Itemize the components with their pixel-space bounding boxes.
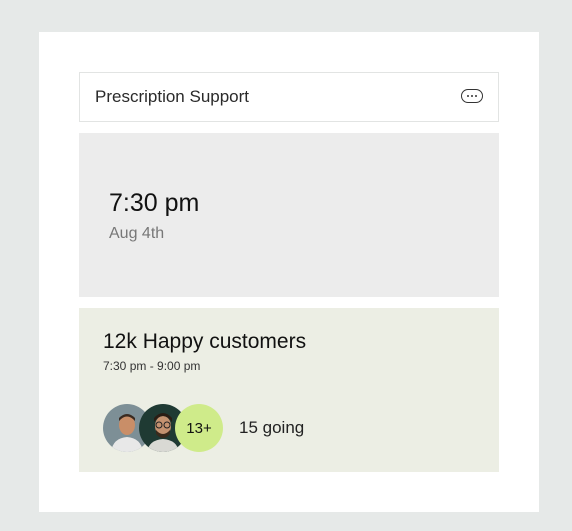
event-title: 12k Happy customers [103, 330, 307, 353]
event-details-panel: 12k Happy customers 7:30 pm - 9:00 pm 13… [79, 308, 499, 472]
event-time: 7:30 pm [109, 189, 200, 217]
event-time-range: 7:30 pm - 9:00 pm [103, 359, 201, 373]
going-count: 15 going [239, 418, 305, 437]
more-dot [471, 95, 473, 97]
more-horizontal-icon [467, 95, 469, 97]
event-card: Prescription Support 7:30 pm Aug 4th 12k… [39, 32, 539, 512]
more-attendees-badge: 13+ [175, 404, 223, 452]
more-dot [475, 95, 477, 97]
card-header: Prescription Support [79, 72, 499, 122]
event-date: Aug 4th [109, 225, 165, 242]
card-title: Prescription Support [95, 87, 250, 106]
time-panel: 7:30 pm Aug 4th [79, 133, 499, 297]
more-options-button[interactable] [461, 89, 483, 103]
